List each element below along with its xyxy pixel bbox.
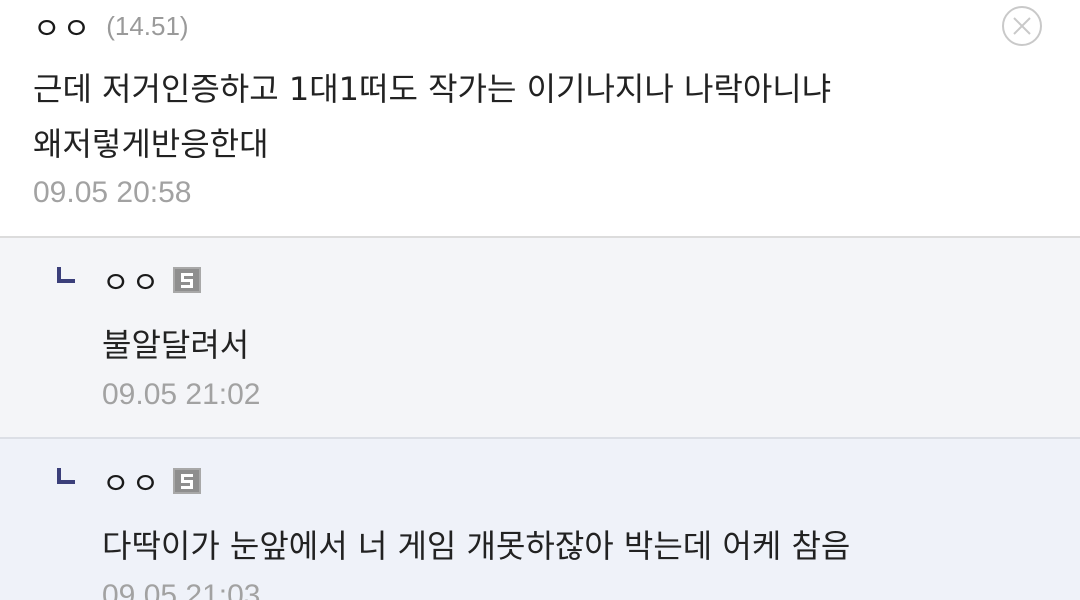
close-circle-icon[interactable] <box>1001 5 1043 47</box>
comment: ㅇㅇ (14.51) 근데 저거인증하고 1대1떠도 작가는 이기나지나 나락아… <box>0 0 1080 238</box>
comment-author-line: ㅇㅇ (14.51) <box>33 4 189 48</box>
comment-text: 근데 저거인증하고 1대1떠도 작가는 이기나지나 나락아니냐 왜저렇게반응한대 <box>33 70 832 163</box>
comment-author[interactable]: ㅇㅇ <box>33 4 92 48</box>
reply-item: ㅇㅇ 불알달려서 09.05 21:02 <box>0 238 1080 439</box>
fixed-nick-badge-icon <box>173 468 202 494</box>
reply-text: 불알달려서 <box>102 326 250 364</box>
reply-author-line: ㅇㅇ <box>102 459 202 503</box>
reply-author[interactable]: ㅇㅇ <box>102 258 161 302</box>
reply-timestamp: 09.05 21:03 <box>102 579 261 600</box>
comment-thread: ㅇㅇ (14.51) 근데 저거인증하고 1대1떠도 작가는 이기나지나 나락아… <box>0 0 1080 600</box>
reply-timestamp: 09.05 21:02 <box>102 378 261 411</box>
fixed-nick-badge-icon <box>173 267 202 293</box>
comment-ip: (14.51) <box>106 10 189 41</box>
reply-item: ㅇㅇ 다딱이가 눈앞에서 너 게임 개못하잖아 박는데 어케 참음 09.05 … <box>0 439 1080 600</box>
reply-author-line: ㅇㅇ <box>102 258 202 302</box>
reply-text: 다딱이가 눈앞에서 너 게임 개못하잖아 박는데 어케 참음 <box>102 527 851 565</box>
reply-author[interactable]: ㅇㅇ <box>102 459 161 503</box>
reply-arrow-icon <box>55 466 77 486</box>
reply-arrow-icon <box>55 265 77 285</box>
comment-timestamp: 09.05 20:58 <box>33 176 192 209</box>
